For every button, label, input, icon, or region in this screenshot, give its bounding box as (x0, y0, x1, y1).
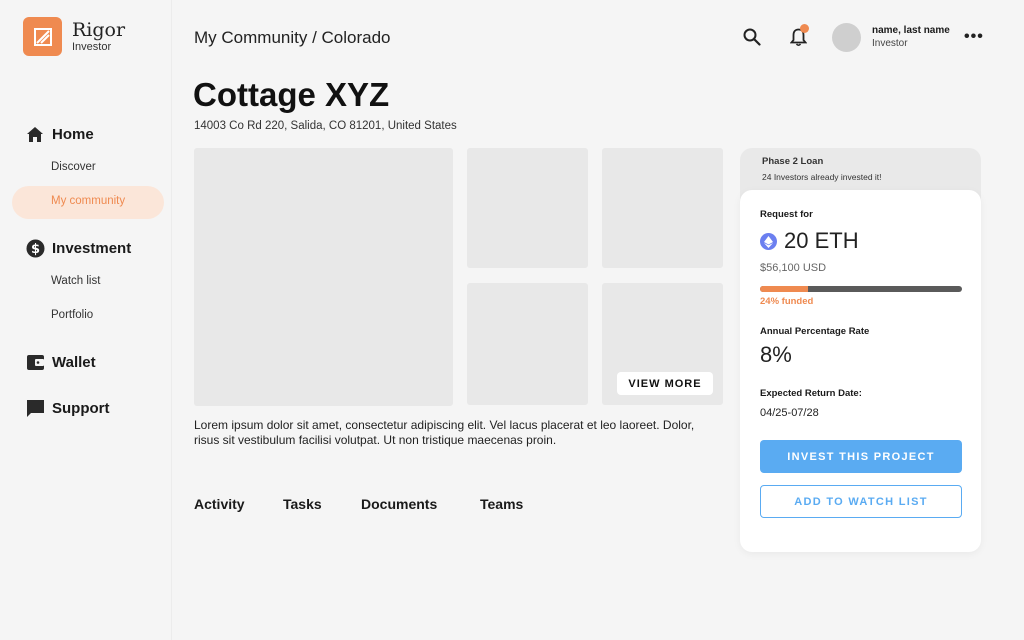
return-date-value: 04/25-07/28 (760, 407, 819, 419)
nav-home-label: Home (52, 125, 94, 143)
nav-investment-label: Investment (52, 239, 132, 257)
nav-wallet[interactable]: Wallet (25, 352, 96, 372)
rigor-logo-icon (23, 17, 62, 56)
request-amount: 20 ETH (784, 228, 859, 253)
nav-investment[interactable]: $ Investment (25, 238, 131, 258)
sidebar-item-watch-list[interactable]: Watch list (51, 275, 100, 287)
request-usd: $56,100 USD (760, 262, 827, 274)
dollar-icon: $ (25, 238, 45, 258)
avatar[interactable] (832, 23, 861, 52)
sidebar-item-discover[interactable]: Discover (51, 161, 96, 173)
nav-wallet-label: Wallet (52, 353, 96, 371)
nav-support-label: Support (52, 399, 110, 417)
sidebar-item-label: Portfolio (51, 309, 94, 321)
photo-placeholder[interactable] (467, 148, 588, 268)
page-title: Cottage XYZ (193, 76, 390, 113)
breadcrumb[interactable]: My Community / Colorado (194, 28, 391, 48)
funding-progress-fill (760, 286, 809, 292)
sidebar-item-label: My community (51, 195, 126, 207)
investor-count: 24 Investors already invested it! (762, 172, 882, 182)
more-options-icon[interactable]: ••• (964, 28, 984, 46)
brand-name: Rigor (72, 18, 126, 41)
sidebar-item-my-community[interactable]: My community (51, 195, 125, 207)
tab-tasks[interactable]: Tasks (283, 496, 322, 512)
funding-progress-bar (760, 286, 962, 292)
user-name[interactable]: name, last name (872, 25, 950, 36)
notification-badge (800, 24, 809, 33)
main-photo-placeholder[interactable] (194, 148, 453, 406)
sidebar-item-label: Watch list (51, 275, 101, 287)
tab-teams[interactable]: Teams (480, 496, 523, 512)
apr-value: 8% (760, 342, 792, 367)
wallet-icon (25, 352, 45, 372)
nav-home[interactable]: Home (25, 124, 94, 144)
return-date-label: Expected Return Date: (760, 388, 862, 399)
funded-percent: 24% funded (760, 296, 814, 307)
request-label: Request for (760, 209, 813, 220)
search-icon[interactable] (742, 27, 762, 47)
nav-support[interactable]: Support (25, 398, 110, 418)
invest-button[interactable]: INVEST THIS PROJECT (760, 440, 962, 473)
loan-phase: Phase 2 Loan (762, 156, 824, 167)
photo-placeholder[interactable] (602, 148, 723, 268)
svg-text:$: $ (30, 242, 39, 257)
apr-label: Annual Percentage Rate (760, 326, 870, 337)
sidebar-item-label: Discover (51, 161, 96, 173)
sidebar-item-portfolio[interactable]: Portfolio (51, 309, 93, 321)
property-description: Lorem ipsum dolor sit amet, consectetur … (194, 418, 695, 447)
chat-icon (25, 398, 45, 418)
tab-documents[interactable]: Documents (361, 496, 437, 512)
tab-activity[interactable]: Activity (194, 496, 245, 512)
sidebar: Rigor Investor Home Discover My communit… (0, 0, 172, 640)
user-role: Investor (872, 38, 908, 49)
brand[interactable]: Rigor Investor (23, 17, 125, 56)
view-more-button[interactable]: VIEW MORE (617, 372, 713, 395)
add-to-watch-list-button[interactable]: ADD TO WATCH LIST (760, 485, 962, 518)
property-address: 14003 Co Rd 220, Salida, CO 81201, Unite… (194, 120, 457, 132)
ethereum-icon (760, 233, 777, 250)
photo-placeholder[interactable] (467, 283, 588, 405)
home-icon (25, 124, 45, 144)
brand-subtitle: Investor (72, 40, 112, 53)
